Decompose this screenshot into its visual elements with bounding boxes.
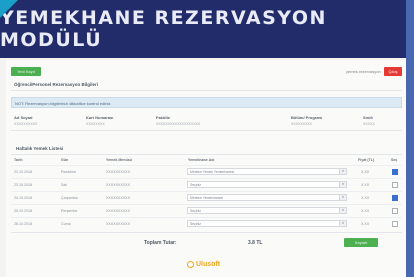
row-date: 22.10.2018 xyxy=(14,170,32,174)
field-label-faculty: Fakülte xyxy=(156,115,171,120)
row-day: Pazartesi xyxy=(61,170,76,174)
row-date: 26.10.2018 xyxy=(14,222,32,226)
field-label-card: Kart Numarası xyxy=(86,115,114,120)
logo-icon xyxy=(187,261,194,268)
select-checkbox[interactable] xyxy=(392,221,398,227)
exit-button[interactable]: Çıkış xyxy=(384,67,402,76)
field-value-faculty: XXXXXXXXXXXXXXXXXXX xyxy=(156,122,201,126)
row-date: 24.10.2018 xyxy=(14,196,32,200)
chevron-down-icon: ▾ xyxy=(339,208,346,213)
field-label-name: Ad Soyad xyxy=(14,115,33,120)
select-checkbox[interactable] xyxy=(392,195,398,201)
row-day: Perşembe xyxy=(61,209,78,213)
hall-select[interactable]: Seçiniz ▾ xyxy=(187,220,347,227)
hall-select[interactable]: Seçiniz ▾ xyxy=(187,207,347,214)
table-row: 23.10.2018 Salı XXXXXXXXXX Seçiniz ▾ X,XX xyxy=(11,178,402,192)
row-date: 25.10.2018 xyxy=(14,209,32,213)
row-day: Salı xyxy=(61,183,68,187)
row-price: X,XX xyxy=(361,209,370,213)
total-label: Toplam Tutar: xyxy=(144,240,177,246)
col-header-hall: Yemekhane Adı xyxy=(188,158,215,162)
corner-accent xyxy=(0,0,18,18)
row-price: X,XX xyxy=(361,183,370,187)
hall-select-value: Seçiniz xyxy=(190,222,201,226)
divider xyxy=(11,90,402,91)
chevron-down-icon: ▾ xyxy=(339,221,346,226)
table-row: 22.10.2018 Pazartesi XXXXXXXXXX Merkezi Yem… xyxy=(11,165,402,179)
row-price: X,XX xyxy=(361,222,370,226)
divider xyxy=(11,154,402,155)
table-row: 26.10.2018 Cuma XXXXXXXXXX Seçiniz ▾ X,XX xyxy=(11,217,402,231)
col-header-date: Tarih xyxy=(14,158,23,162)
row-menu: XXXXXXXXXX xyxy=(106,183,130,187)
chevron-down-icon: ▾ xyxy=(339,169,346,174)
app-window: Yeni Kayıt yemek.rezervasyon Çıkış Öğren… xyxy=(6,60,406,277)
hall-select-value: Seçiniz xyxy=(190,183,201,187)
row-menu: XXXXXXXXXX xyxy=(106,170,130,174)
row-price: X,XX xyxy=(361,170,370,174)
row-day: Cuma xyxy=(61,222,71,226)
row-menu: XXXXXXXXXX xyxy=(106,196,130,200)
screenshot-frame: YEMEKHANE REZERVASYON MODÜLÜ Yeni Kayıt … xyxy=(0,0,414,277)
weekly-list-title: Haftalık Yemek Listesi xyxy=(16,146,64,151)
select-checkbox[interactable] xyxy=(392,169,398,175)
row-price: X,XX xyxy=(361,196,370,200)
brand-logo: Ulusoft xyxy=(196,261,221,268)
page-banner: YEMEKHANE REZERVASYON MODÜLÜ xyxy=(0,0,406,58)
field-value-class: XXXXX xyxy=(363,122,375,126)
hall-select-value: Merkezi Yemekhanesi xyxy=(190,196,223,200)
new-record-button[interactable]: Yeni Kayıt xyxy=(11,67,41,76)
row-menu: XXXXXXXXXX xyxy=(106,209,130,213)
row-day: Çarşamba xyxy=(61,196,78,200)
save-button[interactable]: Kaydet xyxy=(344,238,378,247)
field-value-name: XXXXXXXXXX xyxy=(14,122,38,126)
info-section-title: Öğrenci/Personel Rezervasyon Bilgileri xyxy=(14,82,99,87)
hall-select[interactable]: Seçiniz ▾ xyxy=(187,181,347,188)
table-row: 25.10.2018 Perşembe XXXXXXXXXX Seçiniz ▾ X,XX xyxy=(11,204,402,218)
field-label-program: Bölüm/ Program xyxy=(291,115,323,120)
col-header-day: Gün xyxy=(61,158,69,162)
chevron-down-icon: ▾ xyxy=(339,195,346,200)
banner-title: YEMEKHANE REZERVASYON MODÜLÜ xyxy=(0,7,327,51)
hall-select-value: Merkezi Yemek Yemekhanesi xyxy=(190,170,235,174)
right-edge-accent xyxy=(406,0,414,277)
field-label-class: Sınıfı xyxy=(363,115,373,120)
col-header-select: Seç xyxy=(391,158,398,162)
select-checkbox[interactable] xyxy=(392,182,398,188)
divider xyxy=(11,130,402,131)
total-value: 3.8 TL xyxy=(248,240,263,246)
hall-select[interactable]: Merkezi Yemek Yemekhanesi ▾ xyxy=(187,168,347,175)
chevron-down-icon: ▾ xyxy=(339,182,346,187)
row-date: 23.10.2018 xyxy=(14,183,32,187)
field-value-card: XXXXXXXX xyxy=(86,122,105,126)
col-header-price: Fiyat (TL) xyxy=(358,158,375,162)
select-checkbox[interactable] xyxy=(392,208,398,214)
col-header-menu: Yemek Menüsü xyxy=(106,158,132,162)
row-menu: XXXXXXXXXX xyxy=(106,222,130,226)
field-value-program: XXXXXXXXX xyxy=(291,122,313,126)
table-row: 24.10.2018 Çarşamba XXXXXXXXXX Merkezi Yeme… xyxy=(11,191,402,205)
hall-select[interactable]: Merkezi Yemekhanesi ▾ xyxy=(187,194,347,201)
hall-select-value: Seçiniz xyxy=(190,209,201,213)
user-label: yemek.rezervasyon xyxy=(346,69,381,74)
divider xyxy=(11,232,402,233)
info-alert: NOT: Rezervasyon bilgilerinizi dikkatlic… xyxy=(11,97,402,108)
